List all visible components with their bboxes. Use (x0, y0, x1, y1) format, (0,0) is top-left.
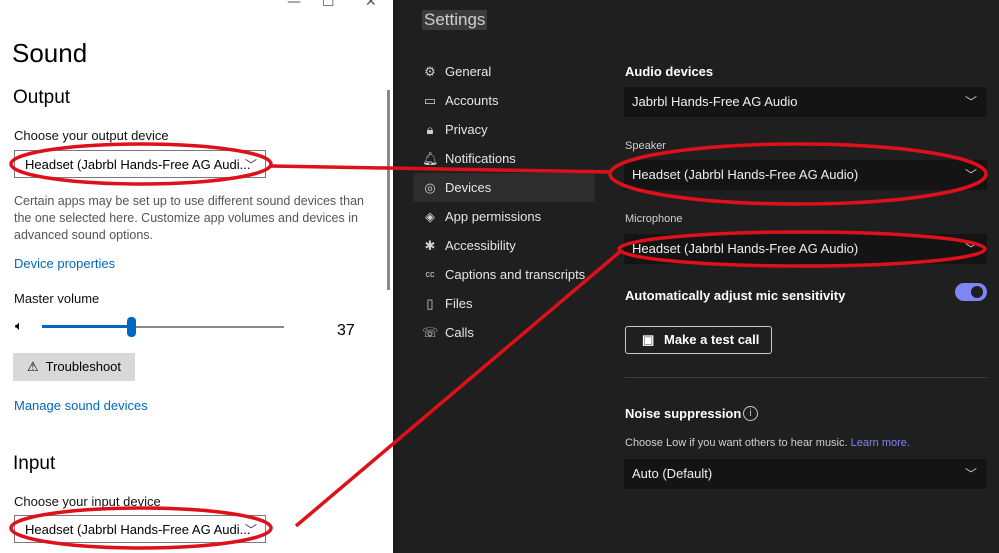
input-connector-line (294, 248, 624, 528)
output-device-highlight (9, 142, 273, 186)
speaker-highlight (608, 142, 988, 206)
microphone-highlight (617, 230, 987, 268)
annotation-overlay (9, 142, 988, 550)
input-device-highlight (9, 506, 273, 550)
output-connector-line (270, 164, 613, 174)
